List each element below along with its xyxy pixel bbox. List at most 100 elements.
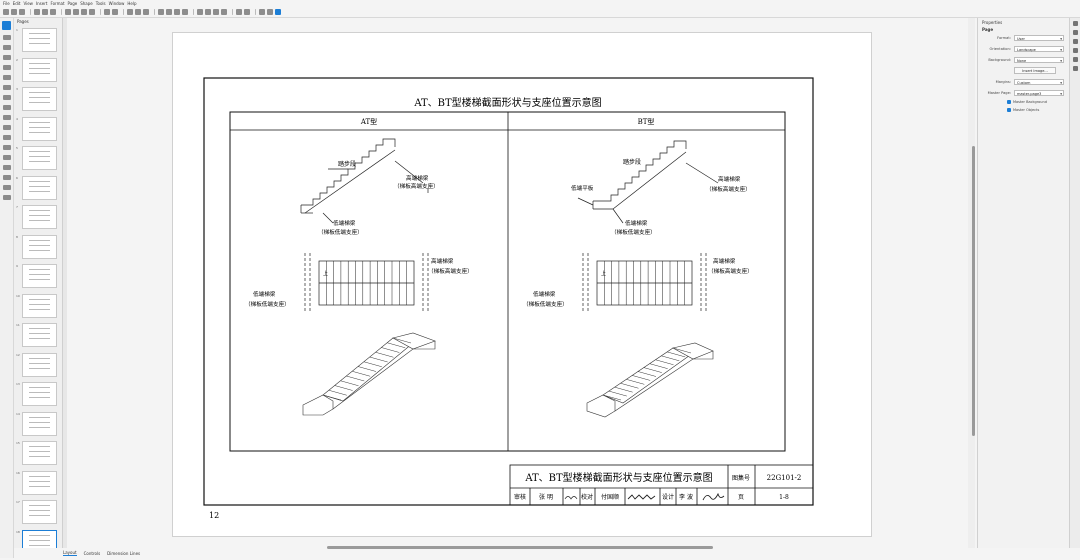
page-thumbnail[interactable]: 4 bbox=[14, 115, 62, 145]
undo-icon[interactable] bbox=[104, 9, 110, 15]
page-thumbnail[interactable]: 2 bbox=[14, 56, 62, 86]
text-icon[interactable] bbox=[2, 45, 11, 50]
insert-image-button[interactable]: Insert Image... bbox=[1014, 67, 1056, 74]
insert-chart-icon[interactable] bbox=[182, 9, 188, 15]
insert-image-icon[interactable] bbox=[174, 9, 180, 15]
new-icon[interactable] bbox=[3, 9, 9, 15]
menu-format[interactable]: Format bbox=[50, 1, 64, 6]
page-thumbnail[interactable]: 3 bbox=[14, 85, 62, 115]
gallery-icon[interactable] bbox=[1073, 39, 1078, 44]
menu-page[interactable]: Page bbox=[68, 1, 78, 6]
canvas-vertical-scrollbar[interactable] bbox=[968, 18, 975, 548]
lines-arrows-icon[interactable] bbox=[2, 105, 11, 110]
page-thumbnail[interactable]: 14 bbox=[14, 410, 62, 440]
page-thumbnail[interactable]: 5 bbox=[14, 144, 62, 174]
insert-text-icon[interactable] bbox=[158, 9, 164, 15]
vertical-scroll-thumb[interactable] bbox=[972, 146, 975, 436]
menu-help[interactable]: Help bbox=[127, 1, 136, 6]
page-thumbnail[interactable]: 13 bbox=[14, 380, 62, 410]
line-icon[interactable] bbox=[2, 65, 11, 70]
page-thumbnail[interactable]: 9 bbox=[14, 262, 62, 292]
drawing-page[interactable]: AT、BT型楼梯截面形状与支座位置示意图 AT型 BT型 踏步段 高端梯梁 （梯… bbox=[172, 32, 872, 537]
at-high-beam-label: 高端梯梁 bbox=[406, 174, 429, 182]
shapes-icon[interactable] bbox=[1073, 57, 1078, 62]
menu-file[interactable]: File bbox=[3, 1, 10, 6]
basic-shapes-icon[interactable] bbox=[2, 135, 11, 140]
page-thumbnail[interactable]: 18 bbox=[14, 528, 62, 548]
align-icon[interactable] bbox=[205, 9, 211, 15]
export-pdf-icon[interactable] bbox=[42, 9, 48, 15]
3d-objects-icon[interactable] bbox=[2, 195, 11, 200]
page-thumbnail[interactable]: 15 bbox=[14, 439, 62, 469]
cut-icon[interactable] bbox=[65, 9, 71, 15]
page-thumbnail[interactable]: 7 bbox=[14, 203, 62, 233]
properties-icon[interactable] bbox=[1073, 21, 1078, 26]
master-pages-icon[interactable] bbox=[1073, 66, 1078, 71]
select-icon[interactable] bbox=[2, 21, 11, 30]
curve-icon[interactable] bbox=[2, 115, 11, 120]
page-thumbnail[interactable]: 10 bbox=[14, 292, 62, 322]
page-thumbnail-image bbox=[22, 411, 57, 436]
clone-formatting-icon[interactable] bbox=[89, 9, 95, 15]
page-thumbnail[interactable]: 12 bbox=[14, 351, 62, 381]
draw-function-icon[interactable] bbox=[275, 9, 281, 15]
glue-icon[interactable] bbox=[267, 9, 273, 15]
page-thumbnail[interactable]: 17 bbox=[14, 498, 62, 528]
grid-icon[interactable] bbox=[127, 9, 133, 15]
export-icon[interactable] bbox=[34, 9, 40, 15]
master-objects-checkbox[interactable]: Master Objects bbox=[978, 106, 1069, 114]
zoom-icon[interactable] bbox=[143, 9, 149, 15]
transform-icon[interactable] bbox=[197, 9, 203, 15]
pages-panel: Pages 1 2 3 4 5 6 7 8 9 10 11 12 13 14 15 16 17 18 bbox=[14, 18, 63, 548]
format-select[interactable]: User bbox=[1014, 34, 1064, 42]
tab-controls[interactable]: Controls bbox=[84, 551, 101, 556]
page-thumbnail[interactable]: 1 bbox=[14, 26, 62, 56]
menu-edit[interactable]: Edit bbox=[13, 1, 21, 6]
arrow-icon[interactable] bbox=[2, 75, 11, 80]
page-thumbnail[interactable]: 11 bbox=[14, 321, 62, 351]
open-icon[interactable] bbox=[11, 9, 17, 15]
master-page-select[interactable]: master-page3 bbox=[1014, 89, 1064, 97]
paste-icon[interactable] bbox=[81, 9, 87, 15]
save-icon[interactable] bbox=[19, 9, 25, 15]
page-thumbnail[interactable]: 8 bbox=[14, 233, 62, 263]
stars-icon[interactable] bbox=[2, 185, 11, 190]
menu-shape[interactable]: Shape bbox=[80, 1, 93, 6]
shadow-icon[interactable] bbox=[236, 9, 242, 15]
tab-dimension-lines[interactable]: Dimension Lines bbox=[107, 551, 140, 556]
redo-icon[interactable] bbox=[112, 9, 118, 15]
tab-layout[interactable]: Layout bbox=[63, 550, 77, 556]
background-select[interactable]: None bbox=[1014, 56, 1064, 64]
menu-view[interactable]: View bbox=[23, 1, 33, 6]
copy-icon[interactable] bbox=[73, 9, 79, 15]
navigator-icon[interactable] bbox=[1073, 48, 1078, 53]
main-toolbar bbox=[0, 7, 1080, 18]
symbol-shapes-icon[interactable] bbox=[2, 145, 11, 150]
menu-window[interactable]: Window bbox=[109, 1, 125, 6]
helplines-icon[interactable] bbox=[135, 9, 141, 15]
fill-color-icon[interactable] bbox=[2, 55, 11, 60]
crop-icon[interactable] bbox=[244, 9, 250, 15]
menu-insert[interactable]: Insert bbox=[36, 1, 47, 6]
flowchart-icon[interactable] bbox=[2, 165, 11, 170]
callouts-icon[interactable] bbox=[2, 175, 11, 180]
arrange-icon[interactable] bbox=[213, 9, 219, 15]
master-background-checkbox[interactable]: Master Background bbox=[978, 98, 1069, 106]
zoom-pan-icon[interactable] bbox=[2, 35, 11, 40]
points-icon[interactable] bbox=[259, 9, 265, 15]
ellipse-icon[interactable] bbox=[2, 95, 11, 100]
page-thumbnail[interactable]: 6 bbox=[14, 174, 62, 204]
styles-icon[interactable] bbox=[1073, 30, 1078, 35]
connector-icon[interactable] bbox=[2, 125, 11, 130]
rectangle-icon[interactable] bbox=[2, 85, 11, 90]
print-icon[interactable] bbox=[50, 9, 56, 15]
orientation-select[interactable]: Landscape bbox=[1014, 45, 1064, 53]
page-thumbnail-image bbox=[22, 352, 57, 377]
bt-header: BT型 bbox=[638, 117, 655, 126]
block-arrows-icon[interactable] bbox=[2, 155, 11, 160]
menu-tools[interactable]: Tools bbox=[96, 1, 106, 6]
distribute-icon[interactable] bbox=[221, 9, 227, 15]
margins-select[interactable]: Custom bbox=[1014, 78, 1064, 86]
insert-table-icon[interactable] bbox=[166, 9, 172, 15]
page-thumbnail[interactable]: 16 bbox=[14, 469, 62, 499]
